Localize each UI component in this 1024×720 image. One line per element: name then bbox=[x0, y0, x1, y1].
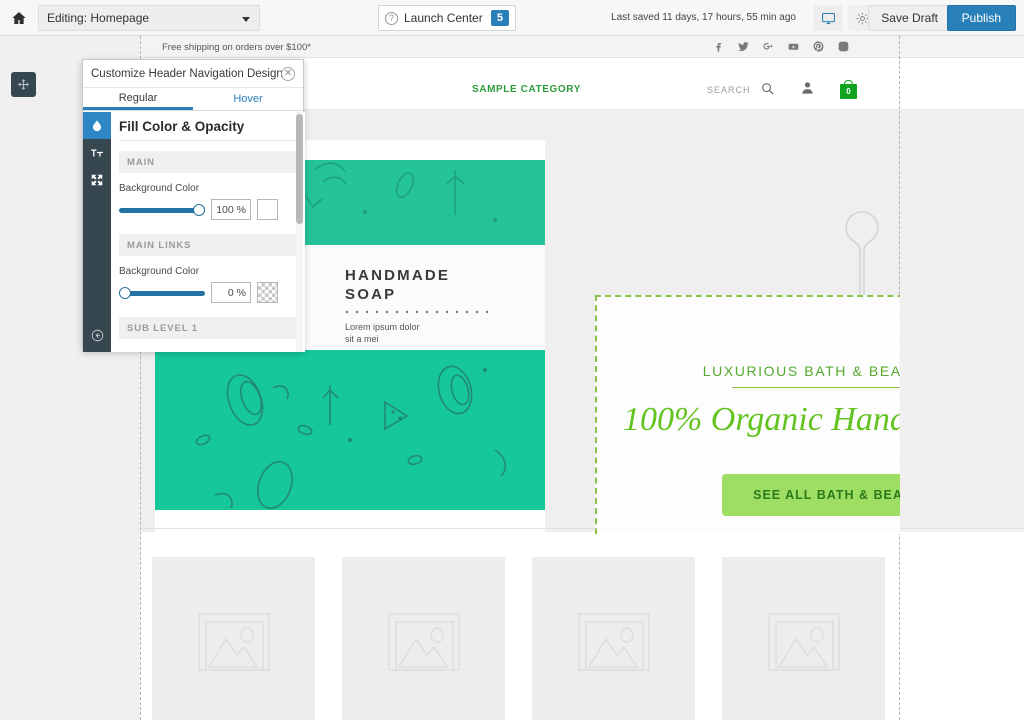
group-header-main: MAIN bbox=[119, 151, 297, 173]
scrollbar-thumb[interactable] bbox=[296, 114, 303, 224]
group-header-main-links: MAIN LINKS bbox=[119, 234, 297, 256]
admin-toolbar: Editing: Homepage ? Launch Center 5 Last… bbox=[0, 0, 1024, 36]
product-thumbnail bbox=[722, 557, 885, 720]
field-label-main-bg: Background Color bbox=[119, 183, 200, 194]
facebook-icon[interactable] bbox=[712, 40, 725, 58]
field-label-links-bg: Background Color bbox=[119, 266, 200, 277]
hero-kicker: LUXURIOUS BATH & BEAUTY LINE bbox=[702, 363, 900, 379]
color-swatch-main[interactable] bbox=[257, 199, 278, 220]
product-thumbnail bbox=[152, 557, 315, 720]
question-circle-icon: ? bbox=[385, 11, 398, 25]
pack-title: HANDMADE SOAP bbox=[345, 266, 450, 304]
hero-cta-button[interactable]: SEE ALL BATH & BEAUTY bbox=[722, 474, 900, 516]
launch-center-button[interactable]: ? Launch Center 5 bbox=[378, 5, 516, 31]
hero-kicker-underline bbox=[732, 387, 900, 388]
cart-count: 0 bbox=[846, 87, 851, 96]
move-handle-icon[interactable] bbox=[11, 72, 36, 97]
panel-tool-rail bbox=[83, 112, 111, 352]
bottle-outline-decor bbox=[845, 211, 879, 300]
text-size-icon bbox=[91, 149, 103, 156]
tab-hover[interactable]: Hover bbox=[193, 88, 303, 110]
googleplus-icon[interactable] bbox=[762, 40, 775, 58]
typography-tool[interactable] bbox=[83, 139, 111, 166]
pack-subtitle: Lorem ipsum dolor sit a mei bbox=[345, 321, 420, 345]
pack-title-line1: HANDMADE bbox=[345, 267, 451, 284]
back-arrow-icon[interactable] bbox=[83, 324, 111, 346]
monitor-icon[interactable] bbox=[814, 5, 842, 31]
nav-link-sample-category[interactable]: SAMPLE CATEGORY bbox=[472, 84, 581, 95]
opacity-value-links[interactable]: 0 % bbox=[211, 282, 251, 303]
pack-sub-line2: sit a mei bbox=[345, 334, 379, 344]
site-announcement-bar: Free shipping on orders over $100* bbox=[140, 36, 1024, 58]
list-item[interactable]: Sample Product bbox=[152, 557, 315, 720]
product-thumbnail bbox=[532, 557, 695, 720]
image-placeholder-icon bbox=[387, 613, 460, 671]
image-placeholder-icon bbox=[197, 613, 270, 671]
opacity-slider-links[interactable] bbox=[119, 286, 205, 300]
chevron-down-icon bbox=[242, 16, 250, 22]
launch-center-badge: 5 bbox=[490, 10, 509, 26]
close-icon[interactable]: ✕ bbox=[281, 67, 295, 81]
color-swatch-links[interactable] bbox=[257, 282, 278, 303]
image-placeholder-icon bbox=[577, 613, 650, 671]
twitter-icon[interactable] bbox=[737, 40, 750, 58]
page-editor-root: Editing: Homepage ? Launch Center 5 Last… bbox=[0, 0, 1024, 720]
panel-content: Fill Color & Opacity MAIN Background Col… bbox=[111, 112, 305, 352]
pack-title-line2: SOAP bbox=[345, 286, 397, 303]
panel-body: Fill Color & Opacity MAIN Background Col… bbox=[83, 112, 305, 352]
hero-title: 100% Organic Handmade Soap bbox=[622, 401, 900, 438]
search-label: SEARCH bbox=[707, 85, 751, 95]
divider bbox=[119, 140, 297, 141]
panel-tabs: Regular Hover bbox=[83, 88, 303, 111]
product-thumbnail bbox=[342, 557, 505, 720]
droplet-icon bbox=[92, 119, 102, 131]
slider-knob[interactable] bbox=[193, 203, 205, 216]
opacity-slider-main[interactable] bbox=[119, 203, 205, 217]
user-icon[interactable] bbox=[800, 80, 815, 101]
spacing-tool[interactable] bbox=[83, 166, 111, 193]
slider-knob[interactable] bbox=[119, 286, 131, 299]
save-draft-button[interactable]: Save Draft bbox=[868, 5, 951, 31]
panel-section-title: Fill Color & Opacity bbox=[119, 119, 245, 134]
youtube-icon[interactable] bbox=[787, 40, 800, 58]
last-saved-status: Last saved 11 days, 17 hours, 55 min ago bbox=[611, 12, 796, 23]
pinterest-icon[interactable] bbox=[812, 40, 825, 58]
opacity-value-main[interactable]: 100 % bbox=[211, 199, 251, 220]
customize-panel: Customize Header Navigation Design ✕ Reg… bbox=[82, 59, 305, 352]
image-placeholder-icon bbox=[767, 613, 840, 671]
home-icon[interactable] bbox=[0, 10, 38, 26]
fill-color-tool[interactable] bbox=[83, 112, 111, 139]
list-item[interactable]: Sample Product bbox=[532, 557, 695, 720]
tab-regular[interactable]: Regular bbox=[83, 88, 193, 110]
control-row-links-bg: 0 % bbox=[119, 282, 297, 303]
slider-track bbox=[119, 290, 205, 296]
search-icon[interactable] bbox=[760, 81, 775, 101]
product-grid: Sample Product Sample Product bbox=[140, 532, 1024, 720]
pack-sub-line1: Lorem ipsum dolor bbox=[345, 322, 420, 332]
list-item[interactable]: Sample Product bbox=[722, 557, 885, 720]
social-links bbox=[712, 40, 850, 58]
shipping-note: Free shipping on orders over $100* bbox=[162, 42, 311, 53]
instagram-icon[interactable] bbox=[837, 40, 850, 58]
dotted-rule bbox=[345, 310, 489, 314]
hero-banner-selected[interactable]: LUXURIOUS BATH & BEAUTY LINE 100% Organi… bbox=[595, 295, 900, 534]
launch-center-label: Launch Center bbox=[404, 11, 483, 25]
publish-button[interactable]: Publish bbox=[946, 5, 1016, 31]
shopping-bag-icon[interactable]: 0 bbox=[840, 80, 857, 99]
panel-header: Customize Header Navigation Design ✕ bbox=[83, 60, 303, 88]
panel-title-text: Customize Header Navigation Design bbox=[91, 67, 283, 80]
panel-scrollbar[interactable] bbox=[296, 112, 303, 352]
page-selector[interactable]: Editing: Homepage bbox=[38, 4, 260, 31]
group-header-sub-level-1: SUB LEVEL 1 bbox=[119, 317, 297, 339]
page-selector-value: Editing: Homepage bbox=[47, 10, 150, 25]
expand-arrows-icon bbox=[91, 174, 103, 185]
control-row-main-bg: 100 % bbox=[119, 199, 297, 220]
list-item[interactable]: Sample Product bbox=[342, 557, 505, 720]
